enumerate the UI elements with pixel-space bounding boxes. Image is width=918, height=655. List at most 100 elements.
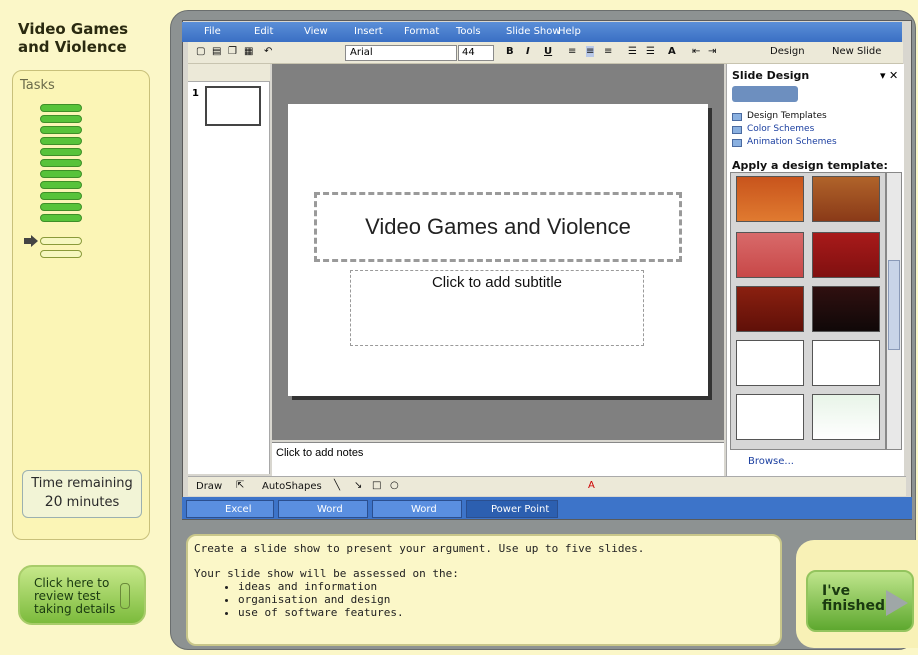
info-icon — [120, 583, 130, 609]
taskbar-excel[interactable]: Excel — [186, 500, 274, 518]
task-indicator-done — [40, 148, 82, 156]
task-indicator-done — [40, 115, 82, 123]
design-template[interactable] — [736, 176, 804, 222]
slide-number: 1 — [192, 88, 199, 99]
font-name-select[interactable]: Arial — [345, 45, 457, 61]
copy-icon[interactable]: ❐ — [228, 46, 237, 57]
instruction-main: Create a slide show to present your argu… — [194, 542, 645, 555]
task-indicator-pending — [40, 250, 82, 258]
open-icon[interactable]: ▤ — [212, 46, 221, 57]
task-indicator-done — [40, 170, 82, 178]
task-pane-nav[interactable] — [732, 86, 798, 102]
paste-icon[interactable]: ▦ — [244, 46, 253, 57]
task-indicator-done — [40, 192, 82, 200]
menu-file[interactable]: File — [204, 26, 221, 37]
criteria-item: ideas and information — [238, 580, 774, 593]
bullets-icon[interactable]: ☰ — [646, 46, 655, 57]
instructions-panel: Create a slide show to present your argu… — [186, 534, 782, 646]
design-template[interactable] — [812, 232, 880, 278]
taskbar-word-2[interactable]: Word — [372, 500, 462, 518]
menu-slide-show[interactable]: Slide Show — [506, 26, 561, 37]
rectangle-icon[interactable]: □ — [372, 480, 381, 491]
menu-help[interactable]: Help — [558, 26, 581, 37]
time-remaining-unit: minutes — [66, 495, 120, 510]
task-indicator-done — [40, 181, 82, 189]
task-indicator-done — [40, 137, 82, 145]
font-size-increase-icon[interactable]: A — [668, 46, 676, 57]
font-color-icon[interactable]: A — [588, 480, 595, 491]
design-template[interactable] — [812, 286, 880, 332]
new-slide-button[interactable]: New Slide — [832, 46, 881, 57]
menu-insert[interactable]: Insert — [354, 26, 383, 37]
align-left-icon[interactable]: ≡ — [568, 46, 576, 57]
task-indicator-done — [40, 104, 82, 112]
test-title: Video Games and Violence — [18, 20, 129, 56]
review-details-label: Click here to review test taking details — [34, 576, 116, 616]
task-indicator-current — [40, 237, 82, 245]
current-task-arrow-icon — [24, 235, 38, 247]
design-templates-link[interactable]: Design Templates — [747, 111, 827, 121]
bold-button[interactable]: B — [506, 46, 514, 57]
slides-pane-tabs[interactable] — [188, 64, 270, 82]
design-template[interactable] — [736, 394, 804, 440]
undo-icon[interactable]: ↶ — [264, 46, 272, 57]
notes-field[interactable]: Click to add notes — [272, 442, 724, 476]
task-indicator-done — [40, 126, 82, 134]
select-pointer-icon[interactable]: ⇱ — [236, 480, 244, 491]
design-button[interactable]: Design — [770, 46, 805, 57]
play-arrow-icon — [886, 590, 908, 616]
line-icon[interactable]: ╲ — [334, 480, 340, 491]
drawing-toolbar: Draw ⇱ AutoShapes ╲ ↘ □ ○ A — [188, 476, 906, 496]
menu-format[interactable]: Format — [404, 26, 439, 37]
formatting-toolbar: ▢ ▤ ❐ ▦ ↶ B I U ≡ ≡ ≡ ☰ ☰ A ⇤ ⇥ Design N… — [188, 42, 903, 64]
new-icon[interactable]: ▢ — [196, 46, 205, 57]
align-center-icon[interactable]: ≡ — [586, 46, 595, 57]
autoshapes-menu-button[interactable]: AutoShapes — [262, 481, 322, 492]
slide-title[interactable]: Video Games and Violence — [314, 214, 682, 240]
animation-schemes-link[interactable]: Animation Schemes — [747, 137, 837, 147]
animation-schemes-icon — [732, 139, 742, 147]
numbering-icon[interactable]: ☰ — [628, 46, 637, 57]
draw-menu-button[interactable]: Draw — [196, 481, 222, 492]
criteria-item: organisation and design — [238, 593, 774, 606]
slide-subtitle[interactable]: Click to add subtitle — [350, 274, 644, 291]
close-icon[interactable]: ▾ ✕ — [880, 69, 898, 82]
instruction-assessment: Your slide show will be assessed on the: — [194, 567, 459, 580]
design-template[interactable] — [736, 232, 804, 278]
time-remaining-value: 20 — [44, 494, 63, 510]
criteria-item: use of software features. — [238, 606, 774, 619]
design-template[interactable] — [736, 286, 804, 332]
menu-view[interactable]: View — [304, 26, 328, 37]
slide-thumbnail[interactable] — [205, 86, 261, 126]
design-template[interactable] — [812, 394, 880, 440]
task-indicator-done — [40, 159, 82, 167]
outdent-icon[interactable]: ⇤ — [692, 46, 700, 57]
oval-icon[interactable]: ○ — [390, 480, 399, 491]
italic-button[interactable]: I — [526, 46, 530, 57]
underline-button[interactable]: U — [544, 46, 552, 57]
design-template[interactable] — [812, 176, 880, 222]
menu-bar: File Edit View Insert Format Tools Slide… — [182, 22, 902, 42]
finished-button[interactable]: I've finished — [806, 570, 914, 632]
color-schemes-icon — [732, 126, 742, 134]
taskbar-powerpoint[interactable]: Power Point — [466, 500, 558, 518]
arrow-tool-icon[interactable]: ↘ — [354, 480, 362, 491]
menu-tools[interactable]: Tools — [456, 26, 481, 37]
browse-link[interactable]: Browse... — [748, 456, 794, 467]
task-indicator-done — [40, 214, 82, 222]
task-pane-title: Slide Design — [732, 69, 810, 82]
taskbar-word-1[interactable]: Word — [278, 500, 368, 518]
time-remaining-label: Time remaining — [31, 476, 133, 491]
design-templates-icon — [732, 113, 742, 121]
color-schemes-link[interactable]: Color Schemes — [747, 124, 814, 134]
menu-edit[interactable]: Edit — [254, 26, 273, 37]
indent-icon[interactable]: ⇥ — [708, 46, 716, 57]
review-details-button[interactable]: Click here to review test taking details — [18, 565, 146, 625]
design-template[interactable] — [812, 340, 880, 386]
align-right-icon[interactable]: ≡ — [604, 46, 612, 57]
font-size-select[interactable]: 44 — [458, 45, 494, 61]
finished-label: I've finished — [822, 583, 885, 614]
design-template[interactable] — [736, 340, 804, 386]
scrollbar-thumb[interactable] — [888, 260, 900, 350]
task-indicator-done — [40, 203, 82, 211]
